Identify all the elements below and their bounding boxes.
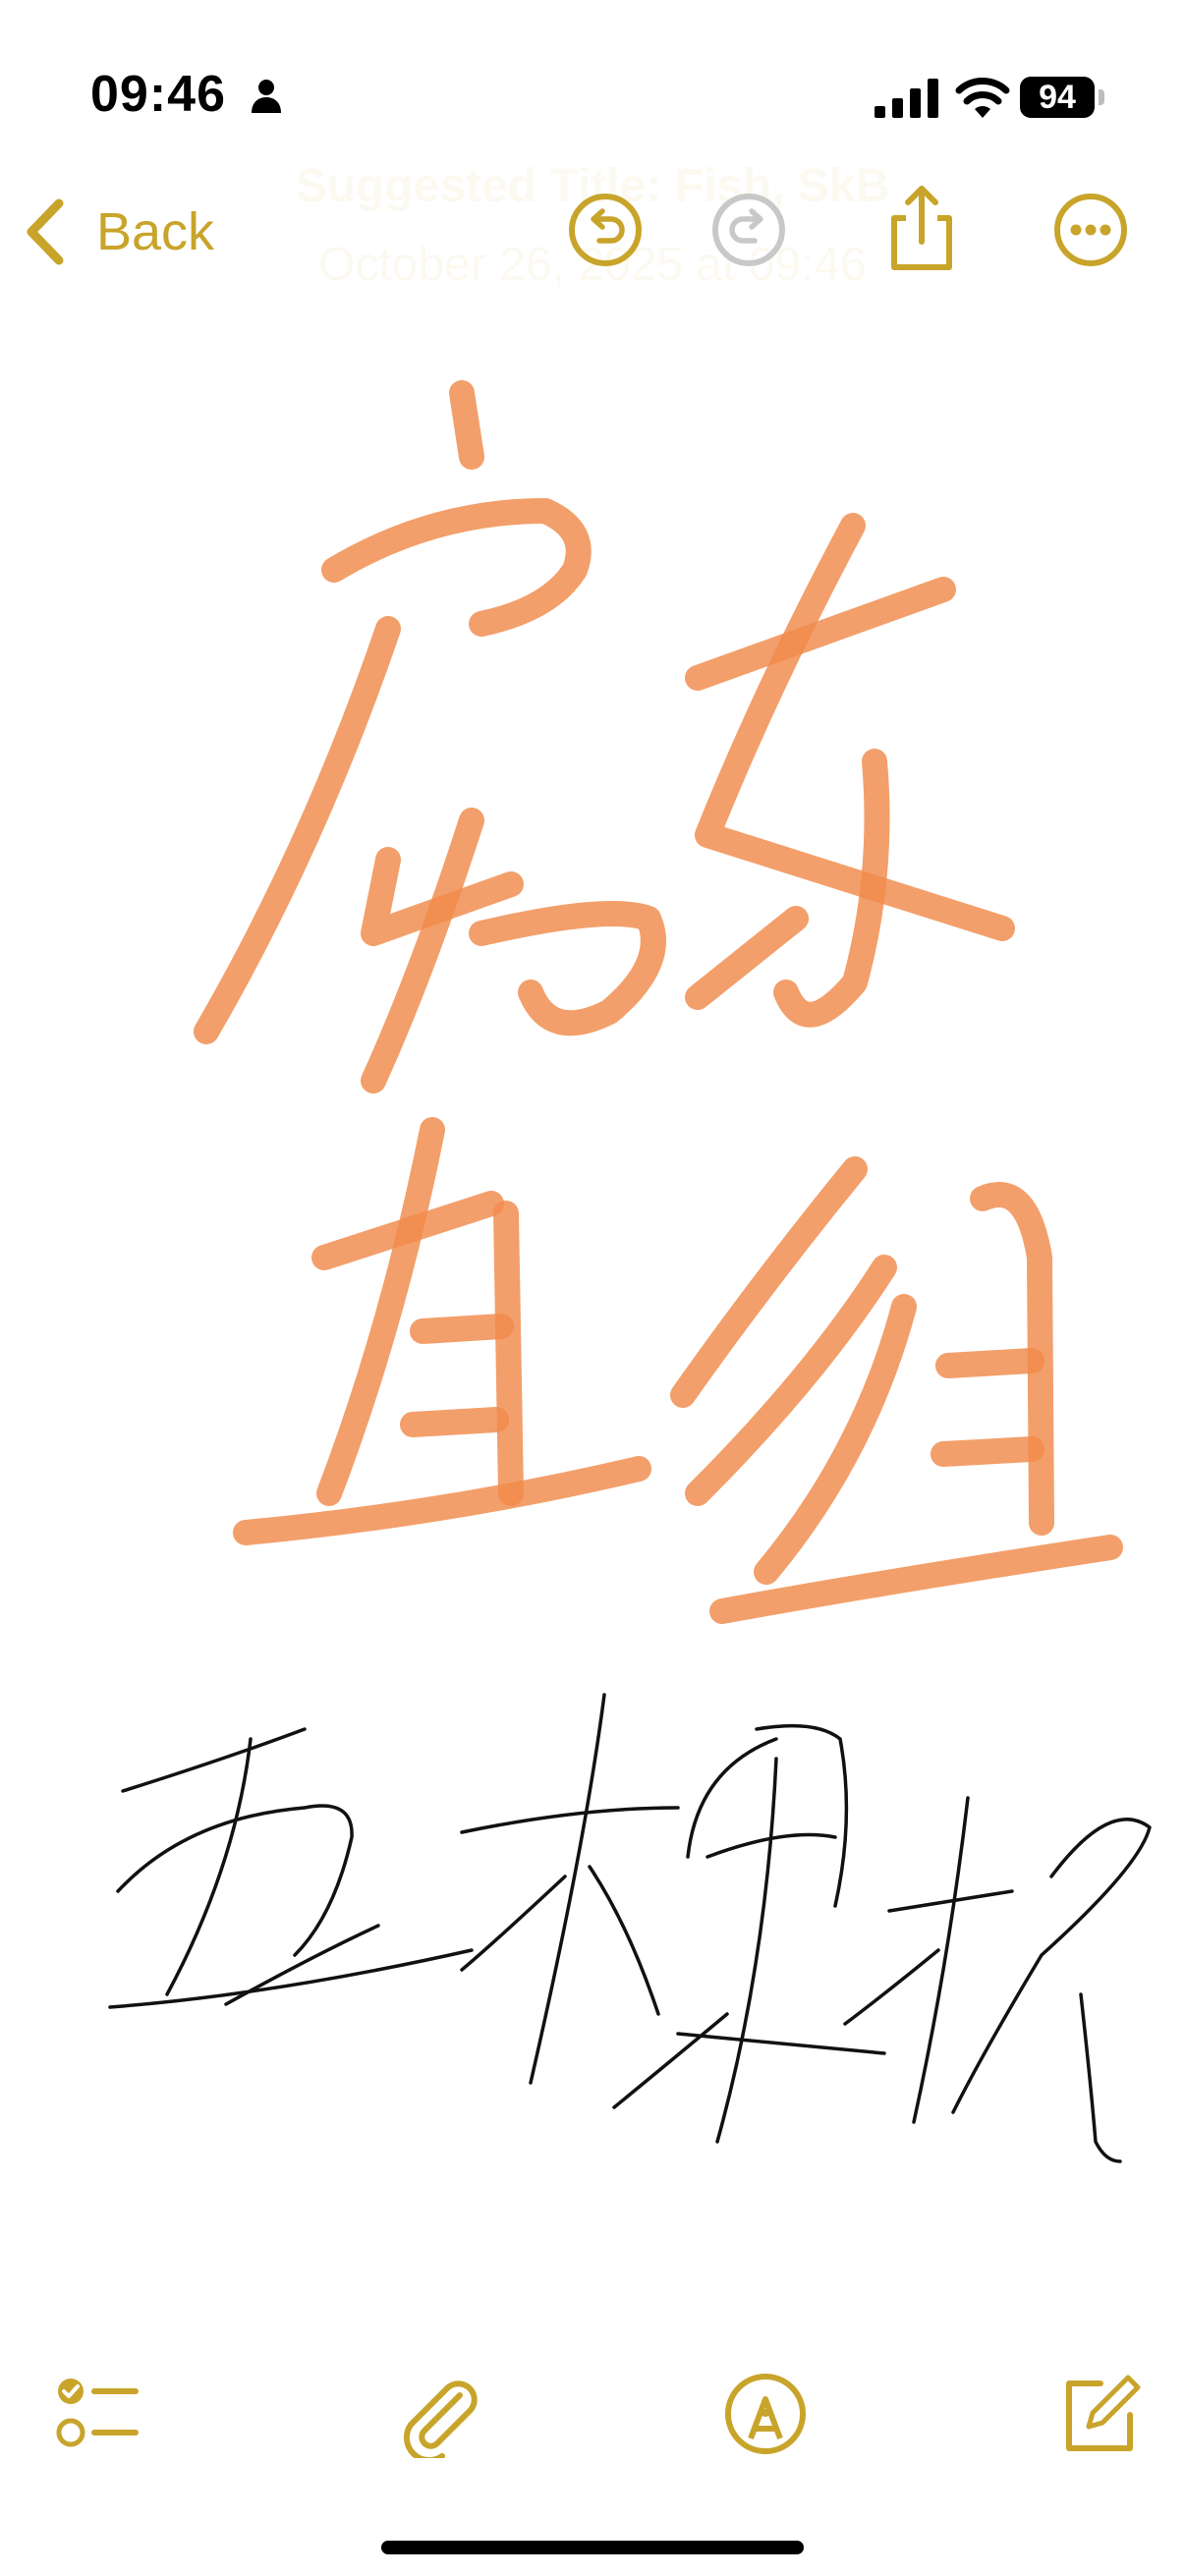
home-indicator xyxy=(381,2541,804,2554)
back-label: Back xyxy=(96,202,215,261)
undo-icon[interactable] xyxy=(566,191,645,269)
person-icon xyxy=(252,80,281,113)
cellular-signal-icon xyxy=(875,79,938,118)
back-button[interactable]: Back xyxy=(22,193,214,271)
share-icon[interactable] xyxy=(882,183,961,273)
handwriting-canvas[interactable] xyxy=(0,354,1185,2220)
redo-icon[interactable] xyxy=(709,191,788,269)
black-handwriting xyxy=(108,1693,1152,2163)
battery-nub xyxy=(1099,89,1104,105)
status-time: 09:46 xyxy=(90,66,226,123)
wifi-icon xyxy=(955,78,1010,118)
battery-icon: 94 xyxy=(1020,77,1095,118)
markup-pen-icon[interactable] xyxy=(721,2370,810,2458)
orange-handwriting xyxy=(194,380,1123,1624)
chevron-left-icon xyxy=(27,198,64,265)
compose-icon[interactable] xyxy=(1055,2370,1144,2458)
more-icon[interactable] xyxy=(1051,191,1130,269)
paperclip-icon[interactable] xyxy=(393,2370,481,2458)
battery-level: 94 xyxy=(1039,78,1076,116)
bottom-toolbar xyxy=(0,2358,1185,2466)
checklist-icon[interactable] xyxy=(51,2370,140,2458)
